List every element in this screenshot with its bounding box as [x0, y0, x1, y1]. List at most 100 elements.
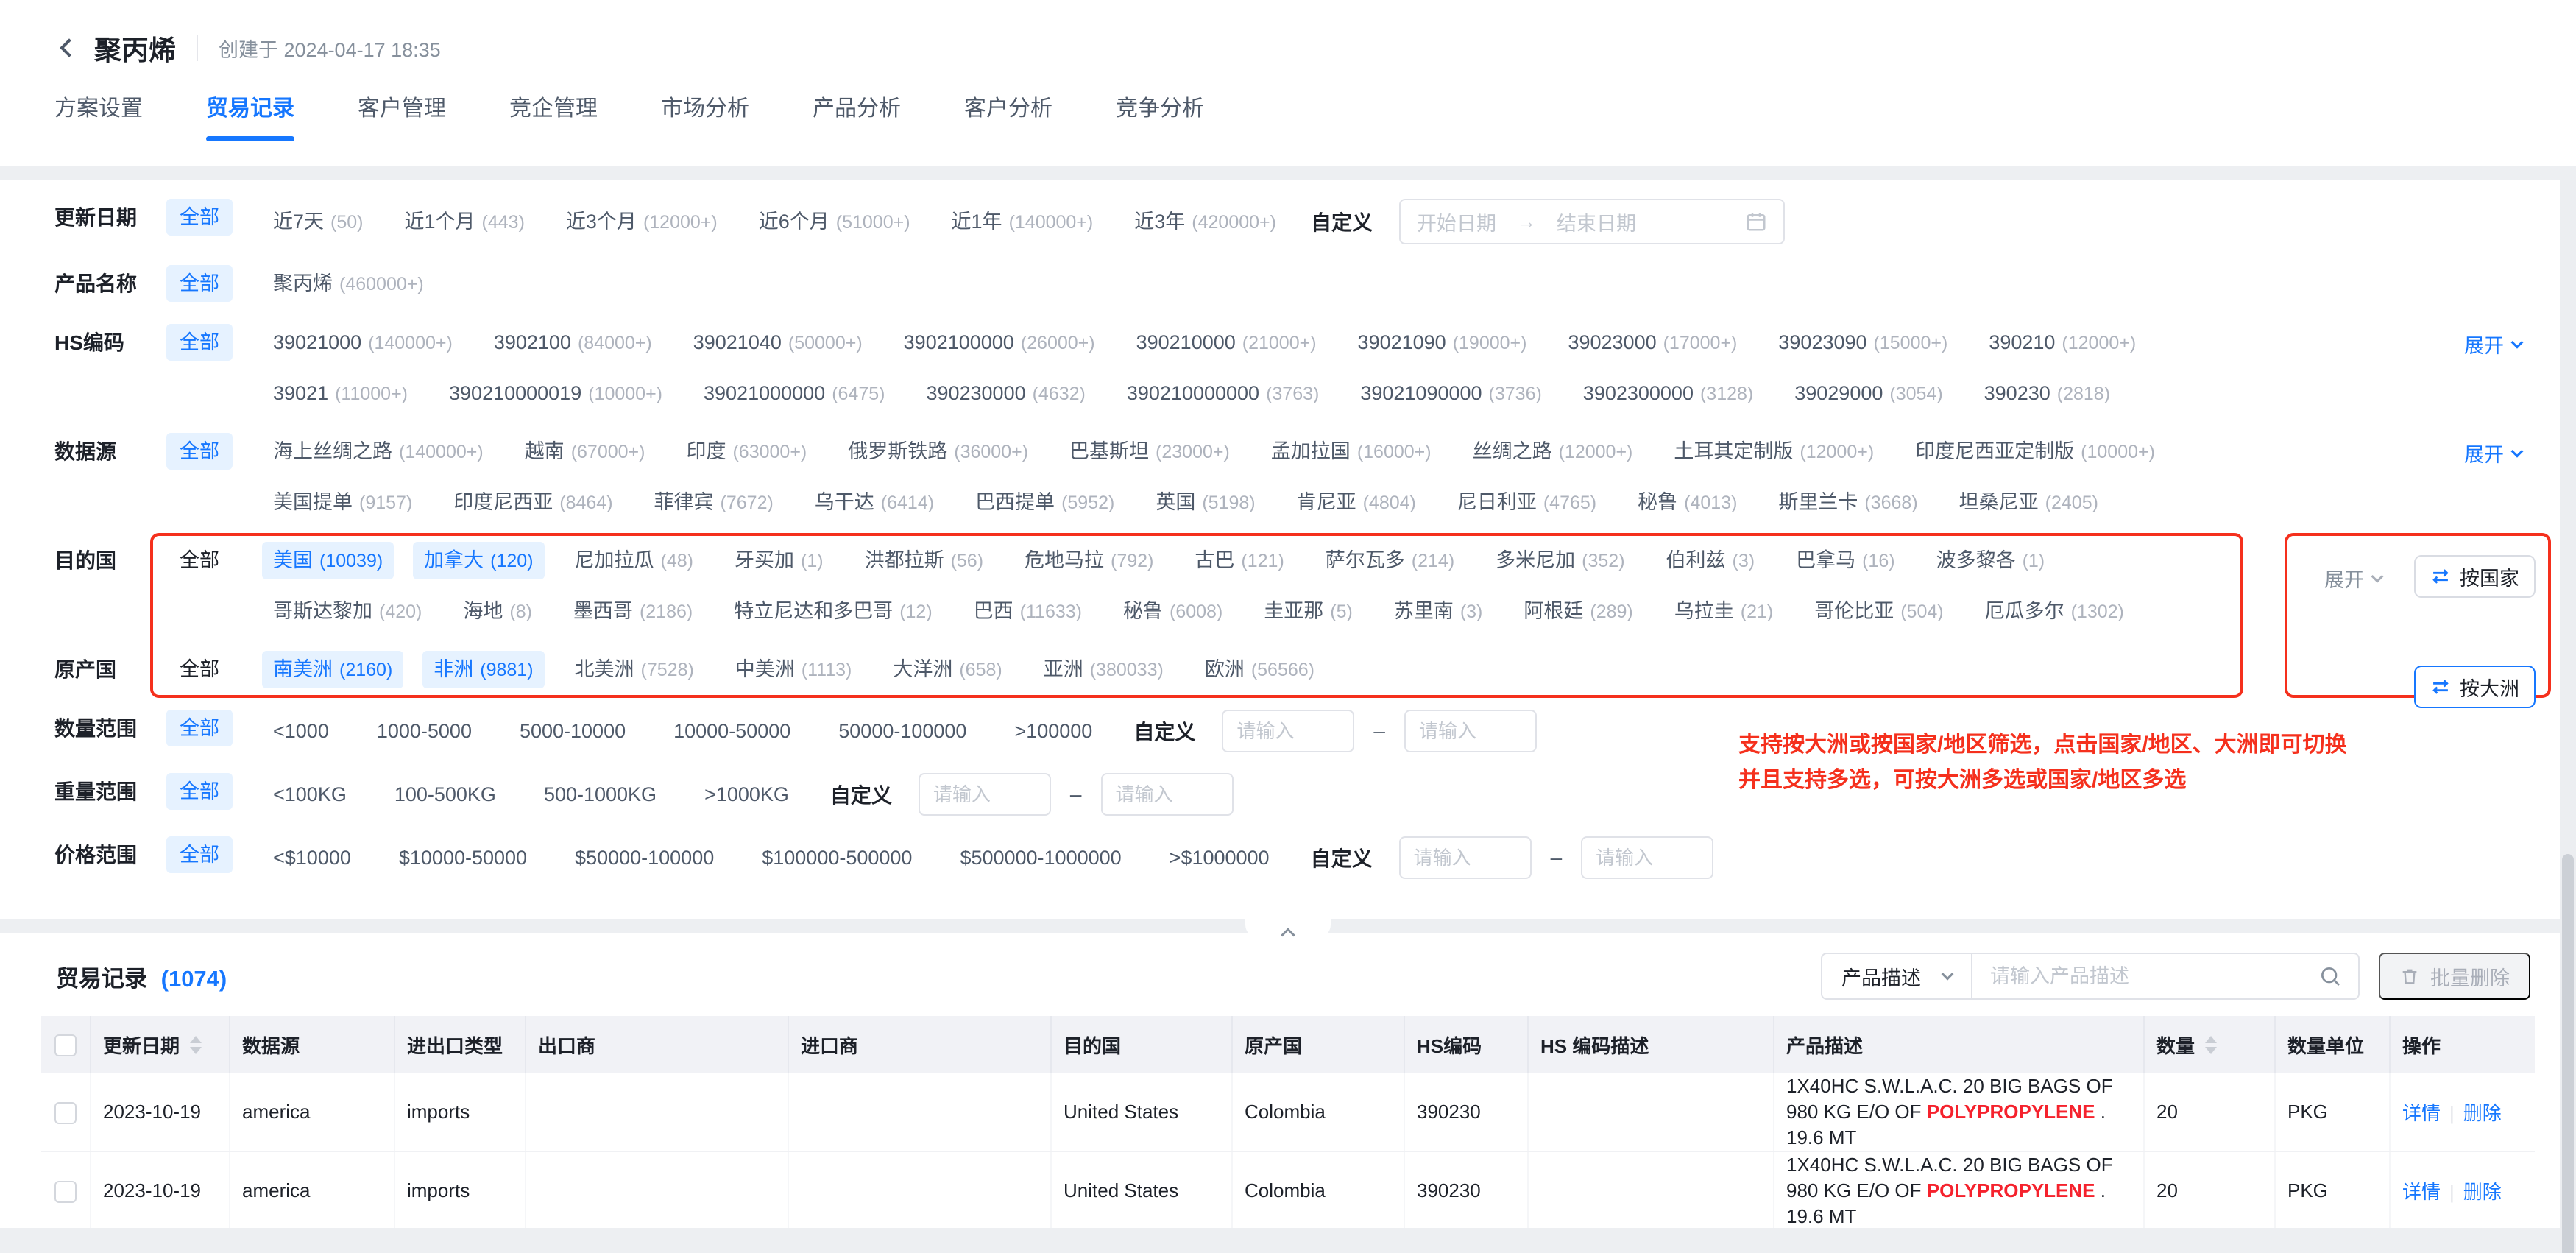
filter-option[interactable]: 中美洲 (1113) [724, 651, 863, 688]
search-input[interactable] [1972, 965, 2318, 988]
custom-range-label[interactable]: 自定义 [1311, 843, 1373, 872]
filter-option[interactable]: 伯利兹 (3) [1655, 542, 1766, 579]
filter-option[interactable]: 聚丙烯 (460000+) [262, 265, 435, 303]
custom-range-label[interactable]: 自定义 [1311, 207, 1373, 236]
custom-range-label[interactable]: 自定义 [1133, 716, 1195, 746]
filter-option[interactable]: 39021000000 (6475) [693, 375, 896, 412]
filter-option[interactable]: $50000-100000 [564, 839, 732, 876]
filter-option[interactable]: 390210000 (21000+) [1125, 324, 1328, 361]
date-range-picker[interactable]: 开始日期 → 结束日期 [1399, 199, 1785, 244]
filter-option[interactable]: 近3个月 (12000+) [555, 203, 729, 241]
filter-option[interactable]: 亚洲 (380033) [1033, 651, 1175, 688]
filter-option[interactable]: 萨尔瓦多 (214) [1314, 542, 1465, 579]
filter-option[interactable]: 秘鲁 (6008) [1112, 593, 1234, 630]
expand-link[interactable]: 展开 [2464, 439, 2522, 467]
filter-option[interactable]: 39029000 (3054) [1783, 375, 1953, 412]
filter-option[interactable]: 39023000 (17000+) [1557, 324, 1748, 361]
filter-option[interactable]: 牙买加 (1) [723, 542, 835, 579]
search-field-select[interactable]: 产品描述 [1822, 954, 1972, 998]
filter-option[interactable]: 近3年 (420000+) [1123, 203, 1287, 241]
filter-all-chip[interactable]: 全部 [166, 433, 233, 470]
filter-option[interactable]: 390210 (12000+) [1978, 324, 2147, 361]
column-header[interactable]: 出口商 [526, 1016, 788, 1073]
filter-all-chip[interactable]: 全部 [166, 836, 233, 873]
filter-option[interactable]: 肯尼亚 (4804) [1286, 484, 1427, 521]
filter-option[interactable]: 秘鲁 (4013) [1627, 484, 1748, 521]
back-button[interactable] [54, 33, 84, 63]
filter-option[interactable]: 390230 (2818) [1973, 375, 2121, 412]
row-checkbox[interactable] [54, 1181, 77, 1203]
filter-option[interactable]: 孟加拉国 (16000+) [1260, 433, 1443, 470]
filter-option[interactable]: 39023090 (15000+) [1767, 324, 1958, 361]
filter-option[interactable]: 乌干达 (6414) [804, 484, 945, 521]
custom-range-label[interactable]: 自定义 [830, 780, 892, 809]
column-header[interactable]: HS编码 [1404, 1016, 1528, 1073]
filter-option[interactable]: 巴拿马 (16) [1785, 542, 1906, 579]
filter-option[interactable]: 欧洲 (56566) [1194, 651, 1326, 688]
column-header[interactable]: 进口商 [788, 1016, 1051, 1073]
filter-option[interactable]: 39021000 (140000+) [262, 324, 464, 361]
filter-option[interactable]: 圭亚那 (5) [1253, 593, 1364, 630]
sort-asc-icon[interactable] [2205, 1036, 2217, 1043]
delete-link[interactable]: 删除 [2463, 1181, 2502, 1203]
filter-option[interactable]: 哥伦比亚 (504) [1803, 593, 1954, 630]
row-checkbox[interactable] [54, 1102, 77, 1124]
filter-option[interactable]: 39021 (11000+) [262, 375, 419, 412]
filter-option[interactable]: $10000-50000 [388, 839, 545, 876]
filter-option[interactable]: 尼日利亚 (4765) [1446, 484, 1607, 521]
filter-option[interactable]: 近6个月 (51000+) [748, 203, 921, 241]
column-header[interactable]: 操作 [2390, 1016, 2535, 1073]
tab[interactable]: 方案设置 [54, 90, 143, 141]
filter-all-chip[interactable]: 全部 [166, 542, 233, 579]
filter-option[interactable]: 非洲 (9881) [422, 651, 544, 688]
filter-option[interactable]: <100KG [262, 776, 364, 813]
column-header[interactable]: 目的国 [1051, 1016, 1232, 1073]
filter-option[interactable]: 39021090 (19000+) [1347, 324, 1538, 361]
filter-option[interactable]: 英国 (5198) [1144, 484, 1266, 521]
filter-option[interactable]: 多米尼加 (352) [1485, 542, 1635, 579]
filter-option[interactable]: 近1年 (140000+) [941, 203, 1105, 241]
filter-option[interactable]: 3902300000 (3128) [1572, 375, 1764, 412]
filter-option[interactable]: 加拿大 (120) [413, 542, 544, 579]
filter-option[interactable]: 苏里南 (3) [1383, 593, 1494, 630]
filter-option[interactable]: 乌拉圭 (21) [1663, 593, 1784, 630]
filter-option[interactable]: 危地马拉 (792) [1013, 542, 1164, 579]
tab[interactable]: 贸易记录 [206, 90, 294, 141]
batch-delete-button[interactable]: 批量删除 [2379, 953, 2530, 1000]
filter-option[interactable]: 近1个月 (443) [394, 203, 536, 241]
filter-option[interactable]: $100000-500000 [751, 839, 930, 876]
filter-option[interactable]: 斯里兰卡 (3668) [1767, 484, 1928, 521]
filter-option[interactable]: 美国提单 (9157) [262, 484, 423, 521]
filter-option[interactable]: 古巴 (121) [1183, 542, 1295, 579]
filter-option[interactable]: 美国 (10039) [262, 542, 394, 579]
column-header[interactable]: 数量 [2144, 1016, 2275, 1073]
filter-option[interactable]: 390230000 (4632) [915, 375, 1096, 412]
sort-desc-icon[interactable] [2205, 1047, 2217, 1054]
filter-option[interactable]: 海上丝绸之路 (140000+) [262, 433, 495, 470]
price-max-input[interactable] [1581, 836, 1713, 879]
filter-option[interactable]: 印度尼西亚 (8464) [442, 484, 623, 521]
filter-option[interactable]: 390210000000 (3763) [1116, 375, 1330, 412]
scrollbar-track[interactable] [2560, 180, 2576, 1253]
filter-option[interactable]: 10000-50000 [662, 713, 808, 749]
tab[interactable]: 产品分析 [813, 90, 901, 141]
filter-option[interactable]: 波多黎各 (1) [1925, 542, 2056, 579]
expand-link[interactable]: 展开 [2464, 330, 2522, 359]
sort-asc-icon[interactable] [190, 1036, 202, 1043]
search-icon[interactable] [2318, 964, 2342, 988]
price-min-input[interactable] [1399, 836, 1532, 879]
filter-option[interactable]: 丝绸之路 (12000+) [1462, 433, 1644, 470]
filter-option[interactable]: 越南 (67000+) [514, 433, 657, 470]
filter-option[interactable]: 特立尼达和多巴哥 (12) [723, 593, 943, 630]
filter-option[interactable]: 土耳其定制版 (12000+) [1663, 433, 1885, 470]
filter-option[interactable]: 巴西 (11633) [963, 593, 1093, 630]
filter-option[interactable]: 3902100 (84000+) [483, 324, 663, 361]
destination-expand-link[interactable]: 展开 [2324, 564, 2382, 593]
weight-max-input[interactable] [1101, 773, 1234, 816]
filter-option[interactable]: <1000 [262, 713, 347, 749]
by-country-button[interactable]: 按国家 [2414, 555, 2536, 598]
detail-link[interactable]: 详情 [2402, 1181, 2441, 1203]
filter-option[interactable]: 尼加拉瓜 (48) [564, 542, 704, 579]
detail-link[interactable]: 详情 [2402, 1102, 2441, 1124]
filter-option[interactable]: 巴基斯坦 (23000+) [1058, 433, 1241, 470]
